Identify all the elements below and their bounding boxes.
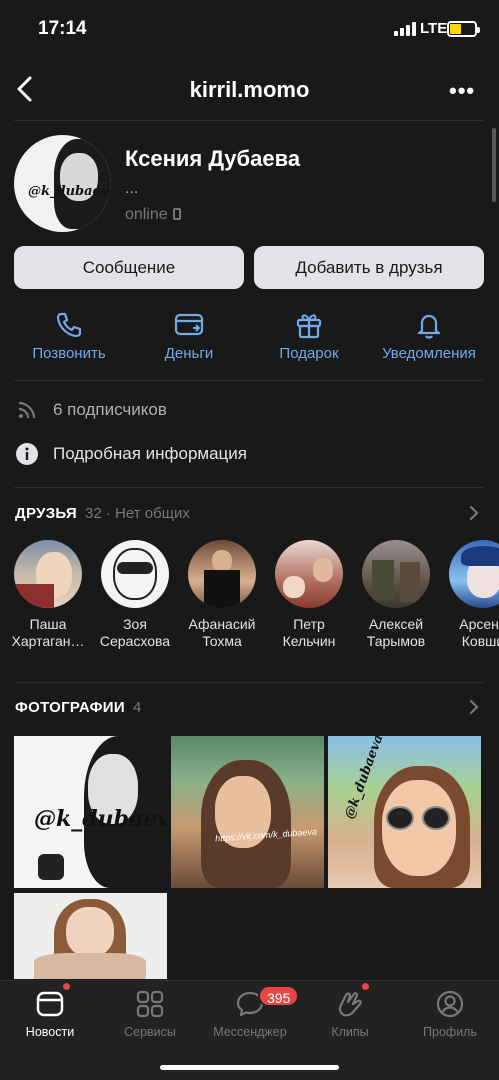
profile-icon (436, 990, 464, 1018)
friend-name: Зоя Серасхова (99, 616, 171, 649)
tab-clips-label: Клипы (331, 1025, 369, 1039)
friend-name: Арсени Ковши (459, 616, 499, 649)
avatar-caption: @k_dubaeva (28, 184, 111, 199)
status-bar: 17:14 LTE (0, 0, 499, 60)
friend-item[interactable]: Арсени Ковши (438, 540, 499, 650)
battery-icon (447, 21, 480, 37)
divider (14, 487, 484, 488)
friend-item[interactable]: Паша Хартаган… (3, 540, 93, 650)
photos-header[interactable]: ФОТОГРАФИИ 4 (15, 699, 141, 716)
action-row: Позвонить Деньги Подарок Уведомления (0, 310, 499, 370)
profile-status[interactable]: ... (125, 180, 138, 198)
home-indicator[interactable] (160, 1065, 339, 1070)
followers-count: 6 подписчиков (53, 400, 167, 419)
tab-services[interactable]: Сервисы (100, 989, 200, 1039)
info-icon (16, 443, 38, 465)
call-action[interactable]: Позвонить (9, 310, 129, 362)
message-button[interactable]: Сообщение (14, 246, 244, 289)
money-transfer-icon (174, 313, 204, 336)
page-title: kirril.momo (189, 77, 310, 102)
online-status: online (125, 206, 181, 224)
gift-action[interactable]: Подарок (249, 310, 369, 362)
photo-thumbnail[interactable]: @k_dubaeva (328, 736, 481, 888)
friend-item[interactable]: Зоя Серасхова (90, 540, 180, 650)
friend-item[interactable]: Петр Кельчин (264, 540, 354, 650)
network-type: LTE (420, 20, 448, 37)
messenger-badge: 395 (258, 985, 300, 1007)
tab-news[interactable]: Новости (0, 989, 100, 1039)
photo-thumbnail[interactable]: @k_dubaeva (14, 736, 167, 888)
gift-icon (296, 314, 322, 339)
money-action[interactable]: Деньги (129, 310, 249, 362)
add-friend-button[interactable]: Добавить в друзья (254, 246, 484, 289)
clips-unread-dot (362, 983, 369, 990)
call-label: Позвонить (32, 345, 106, 362)
friend-name: Петр Кельчин (282, 616, 336, 649)
friends-count: 32 · Нет общих (85, 505, 190, 522)
tab-services-label: Сервисы (124, 1025, 176, 1039)
friend-avatar (101, 540, 169, 608)
friends-header[interactable]: ДРУЗЬЯ 32 · Нет общих (15, 505, 190, 522)
online-label: online (125, 206, 168, 223)
friend-avatar (14, 540, 82, 608)
chevron-right-icon[interactable] (469, 505, 479, 521)
tab-messenger-label: Мессенджер (213, 1025, 287, 1039)
mobile-icon (172, 208, 181, 220)
tab-news-label: Новости (25, 1025, 75, 1039)
tab-profile-label: Профиль (423, 1025, 477, 1039)
avatar[interactable]: @k_dubaeva (14, 135, 111, 232)
friend-item[interactable]: Алексей Тарымов (351, 540, 441, 650)
friend-name: Афанасий Тохма (188, 616, 256, 649)
divider (14, 682, 484, 683)
scrollbar[interactable] (492, 128, 496, 202)
details-row[interactable]: Подробная информация (0, 434, 499, 474)
divider (14, 120, 484, 121)
photos-title: ФОТОГРАФИИ (15, 699, 125, 716)
rss-icon (18, 401, 36, 419)
photos-count: 4 (132, 699, 142, 716)
notifications-label: Уведомления (382, 345, 476, 362)
photo-caption: @k_dubaeva (34, 806, 167, 832)
friend-item[interactable]: Афанасий Тохма (177, 540, 267, 650)
divider (14, 380, 484, 381)
more-horizontal-icon[interactable]: ••• (449, 78, 475, 104)
friends-title: ДРУЗЬЯ (15, 505, 78, 522)
status-time: 17:14 (38, 18, 87, 39)
photo-thumbnail[interactable]: https://vk.com/k_dubaeva (171, 736, 324, 888)
friend-avatar (188, 540, 256, 608)
news-unread-dot (63, 983, 70, 990)
details-label: Подробная информация (53, 444, 247, 463)
signal-icon (394, 22, 416, 36)
friend-name: Алексей Тарымов (366, 616, 426, 649)
profile-name: Ксения Дубаева (125, 146, 301, 171)
friend-name: Паша Хартаган… (11, 616, 85, 649)
friend-avatar (275, 540, 343, 608)
bell-icon (417, 314, 441, 339)
friend-avatar (362, 540, 430, 608)
phone-icon (56, 312, 82, 338)
clips-icon (338, 992, 362, 1017)
friend-avatar (449, 540, 499, 608)
services-grid-icon (136, 990, 164, 1018)
tab-clips[interactable]: Клипы (300, 989, 400, 1039)
chevron-right-icon[interactable] (469, 699, 479, 715)
photo-thumbnail[interactable] (14, 893, 167, 979)
money-label: Деньги (164, 345, 214, 362)
followers-row[interactable]: 6 подписчиков (0, 390, 499, 430)
friends-list: Паша Хартаган… Зоя Серасхова Афанасий То… (0, 540, 499, 650)
news-icon (36, 991, 64, 1017)
tab-profile[interactable]: Профиль (400, 989, 499, 1039)
top-bar: kirril.momo ••• (0, 60, 499, 120)
notifications-action[interactable]: Уведомления (369, 310, 489, 362)
gift-label: Подарок (279, 345, 339, 362)
